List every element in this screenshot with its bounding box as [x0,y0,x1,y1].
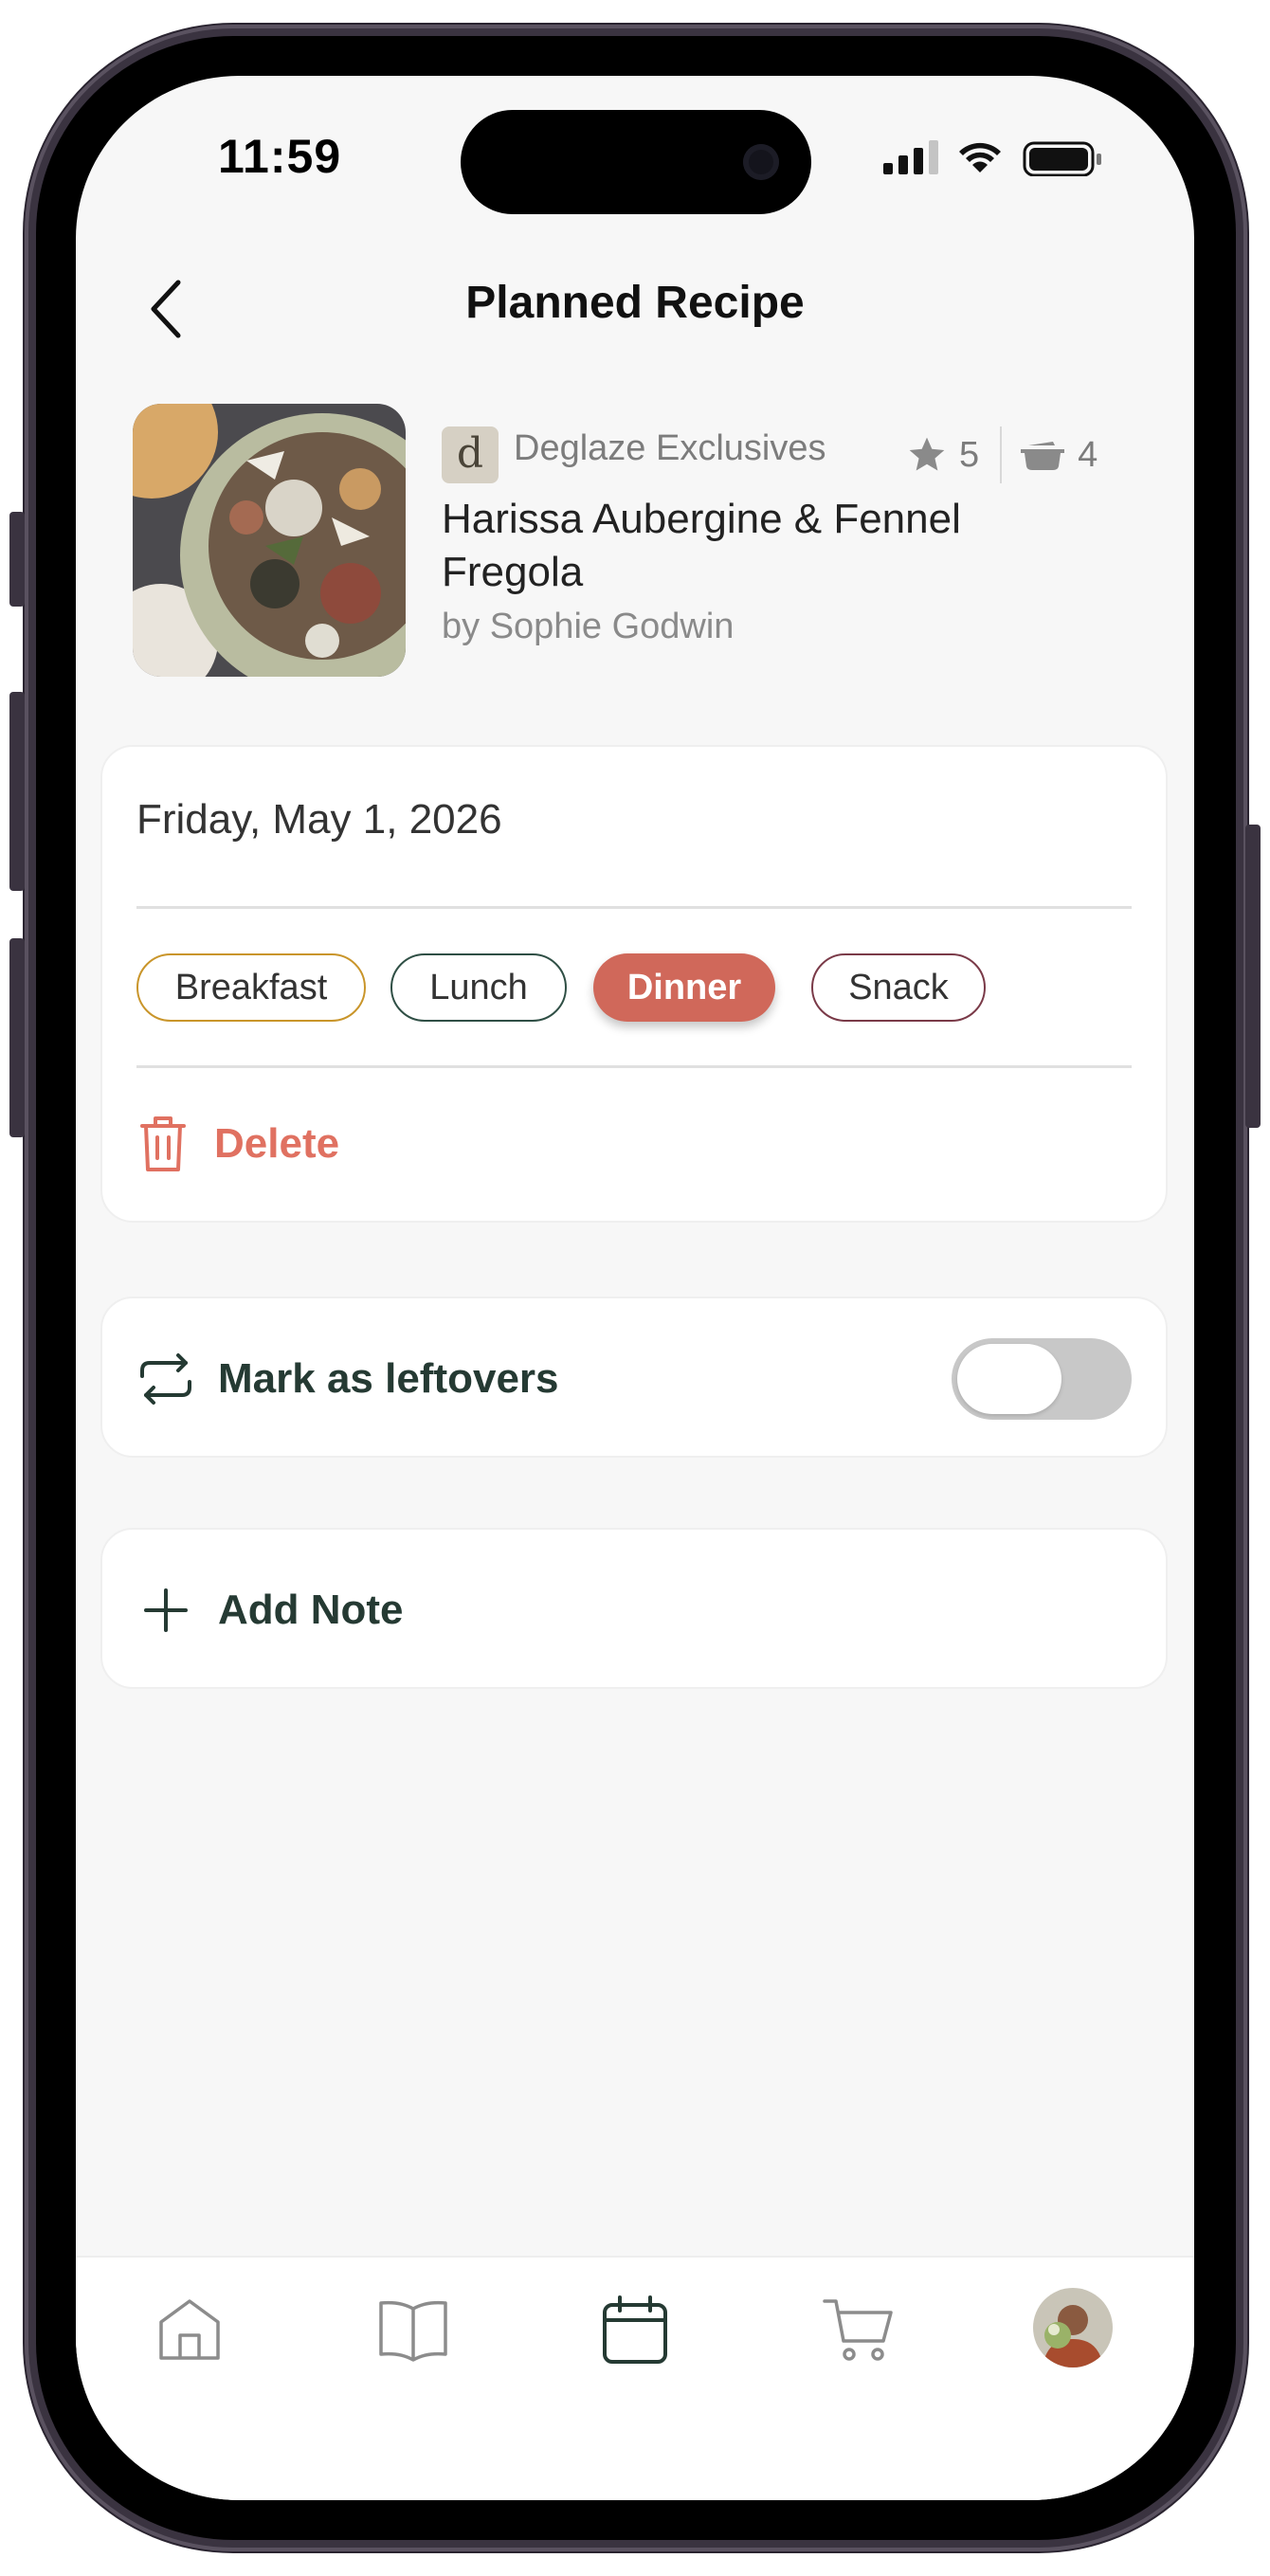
profile-avatar[interactable] [1033,2288,1113,2367]
home-icon[interactable] [152,2292,227,2367]
divider [136,906,1132,909]
recipe-stats: 5 4 [906,426,1098,483]
add-note-label: Add Note [218,1587,404,1633]
app-screen: 11:59 Planned Recipe d Deglaze Exclusive… [76,76,1194,2500]
source-badge: d [442,426,499,483]
stats-divider [1000,426,1003,483]
recipe-photo [133,404,406,677]
leftovers-row: Mark as leftovers [136,1346,559,1412]
page-title: Planned Recipe [465,278,805,328]
repeat-icon [140,1353,191,1405]
meal-chip-snack[interactable]: Snack [811,953,986,1022]
leftovers-card: Mark as leftovers [100,1297,1168,1458]
recipe-thumbnail[interactable] [133,404,406,677]
leftovers-toggle[interactable] [952,1338,1132,1420]
device-button-silent [9,512,25,607]
status-time: 11:59 [218,130,342,183]
wifi-icon [959,142,1001,172]
meal-chip-lunch[interactable]: Lunch [390,953,567,1022]
add-note-row: Add Note [136,1577,404,1643]
recipe-book-icon[interactable] [375,2292,451,2367]
recipe-title[interactable]: Harissa Aubergine & Fennel Fregola [442,493,1010,599]
battery-icon [1023,141,1101,176]
meal-chip-breakfast[interactable]: Breakfast [136,953,366,1022]
device-button-volume-down [9,938,25,1137]
tab-bar [76,2256,1194,2500]
star-icon [909,437,945,471]
plan-card: Friday, May 1, 2026 Breakfast Lunch Dinn… [100,745,1168,1223]
device-button-volume-up [9,692,25,891]
cart-icon[interactable] [821,2292,897,2367]
planned-date[interactable]: Friday, May 1, 2026 [136,796,502,844]
device-button-power [1245,825,1261,1128]
recipe-author: by Sophie Godwin [442,607,735,646]
leftovers-label: Mark as leftovers [218,1355,559,1402]
source-name[interactable]: Deglaze Exclusives [514,428,826,469]
delete-label: Delete [214,1120,340,1167]
rating-value: 5 [959,434,980,475]
camera-icon [743,144,779,180]
avatar-photo [1033,2288,1113,2367]
toggle-knob [957,1344,1061,1414]
meal-chip-dinner[interactable]: Dinner [593,953,775,1022]
add-note-button[interactable]: Add Note [100,1528,1168,1689]
status-icons [883,140,1101,176]
servings-value: 4 [1078,434,1098,475]
cellular-signal-icon [883,140,938,174]
dynamic-island [461,110,811,214]
cooking-pot-icon [1021,442,1065,470]
calendar-icon[interactable] [597,2292,673,2367]
plus-icon [144,1588,188,1632]
trash-icon [140,1116,186,1171]
divider [136,1065,1132,1068]
delete-button[interactable]: Delete [136,1111,339,1177]
